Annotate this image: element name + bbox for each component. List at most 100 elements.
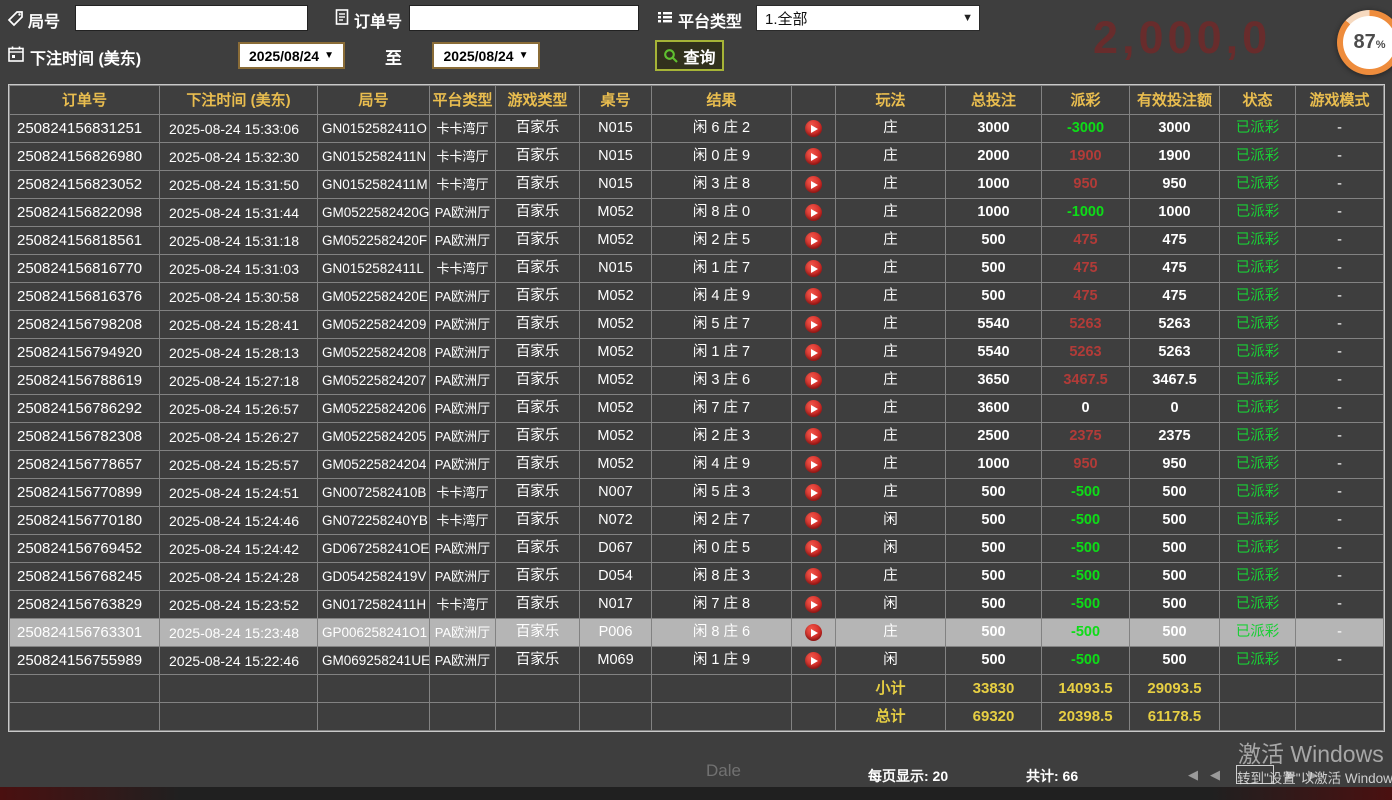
- play-icon[interactable]: [805, 596, 822, 613]
- cell-mode: -: [1296, 479, 1384, 507]
- cell-play[interactable]: [792, 255, 836, 283]
- prev-page-icon[interactable]: ◀: [1210, 767, 1220, 783]
- cell-play[interactable]: [792, 647, 836, 675]
- cell-bet-time: 2025-08-24 15:32:30: [160, 143, 318, 171]
- cell-total-bet: 1000: [946, 199, 1042, 227]
- cell-play[interactable]: [792, 227, 836, 255]
- footer-empty-cell: [652, 703, 792, 731]
- table-row[interactable]: 2508241568312512025-08-24 15:33:06GN0152…: [10, 115, 1384, 143]
- table-row[interactable]: 2508241567886192025-08-24 15:27:18GM0522…: [10, 367, 1384, 395]
- table-row[interactable]: 2508241567708992025-08-24 15:24:51GN0072…: [10, 479, 1384, 507]
- cell-platform: PA欧洲厅: [430, 311, 496, 339]
- cell-play[interactable]: [792, 619, 836, 647]
- table-row[interactable]: 2508241568163762025-08-24 15:30:58GM0522…: [10, 283, 1384, 311]
- cell-payout: 475: [1042, 255, 1130, 283]
- cell-side: 闲: [836, 535, 946, 563]
- table-row[interactable]: 2508241568230522025-08-24 15:31:50GN0152…: [10, 171, 1384, 199]
- date-to-picker[interactable]: 2025/08/24 ▼: [432, 42, 540, 69]
- cell-bet-time: 2025-08-24 15:28:41: [160, 311, 318, 339]
- cell-play[interactable]: [792, 171, 836, 199]
- cell-status: 已派彩: [1220, 479, 1296, 507]
- cell-table-no: M052: [580, 227, 652, 255]
- table-row[interactable]: 2508241567559892025-08-24 15:22:46GM0692…: [10, 647, 1384, 675]
- play-icon[interactable]: [805, 232, 822, 249]
- table-row[interactable]: 2508241567638292025-08-24 15:23:52GN0172…: [10, 591, 1384, 619]
- play-icon[interactable]: [805, 204, 822, 221]
- footer-empty-cell: [1296, 675, 1384, 703]
- play-icon[interactable]: [805, 512, 822, 529]
- cell-play[interactable]: [792, 143, 836, 171]
- play-icon[interactable]: [805, 456, 822, 473]
- play-icon[interactable]: [805, 120, 822, 137]
- windows-activation-watermark: 激活 Windows: [1238, 735, 1384, 769]
- platform-type-select[interactable]: 1.全部 ▼: [756, 5, 980, 31]
- cell-play[interactable]: [792, 507, 836, 535]
- table-row[interactable]: 2508241567786572025-08-24 15:25:57GM0522…: [10, 451, 1384, 479]
- table-row[interactable]: 2508241567862922025-08-24 15:26:57GM0522…: [10, 395, 1384, 423]
- cell-mode: -: [1296, 367, 1384, 395]
- cell-game-type: 百家乐: [496, 619, 580, 647]
- play-icon[interactable]: [805, 484, 822, 501]
- cell-play[interactable]: [792, 395, 836, 423]
- cell-game-type: 百家乐: [496, 199, 580, 227]
- cell-play[interactable]: [792, 367, 836, 395]
- table-row[interactable]: 2508241567701802025-08-24 15:24:46GN0722…: [10, 507, 1384, 535]
- cell-valid-bet: 3467.5: [1130, 367, 1220, 395]
- table-row[interactable]: 2508241567823082025-08-24 15:26:27GM0522…: [10, 423, 1384, 451]
- play-icon[interactable]: [805, 344, 822, 361]
- table-row[interactable]: 2508241568269802025-08-24 15:32:30GN0152…: [10, 143, 1384, 171]
- cell-status: 已派彩: [1220, 451, 1296, 479]
- cell-platform: 卡卡湾厅: [430, 143, 496, 171]
- cell-play[interactable]: [792, 591, 836, 619]
- cell-play[interactable]: [792, 423, 836, 451]
- cell-play[interactable]: [792, 479, 836, 507]
- cell-round-no: GM05225824206: [318, 395, 430, 423]
- platform-type-icon: [656, 8, 674, 26]
- cell-play[interactable]: [792, 311, 836, 339]
- play-icon[interactable]: [805, 176, 822, 193]
- play-icon[interactable]: [805, 652, 822, 669]
- play-icon[interactable]: [805, 400, 822, 417]
- cell-round-no: GN0152582411M: [318, 171, 430, 199]
- cell-mode: -: [1296, 619, 1384, 647]
- play-icon[interactable]: [805, 624, 822, 641]
- cell-game-type: 百家乐: [496, 479, 580, 507]
- round-number-input[interactable]: [75, 5, 308, 31]
- play-icon[interactable]: [805, 568, 822, 585]
- play-icon[interactable]: [805, 260, 822, 277]
- cell-mode: -: [1296, 451, 1384, 479]
- date-from-value: 2025/08/24: [249, 48, 319, 64]
- play-icon[interactable]: [805, 288, 822, 305]
- cell-play[interactable]: [792, 339, 836, 367]
- cell-result: 闲 2 庄 5: [652, 227, 792, 255]
- cell-total-bet: 500: [946, 563, 1042, 591]
- play-icon[interactable]: [805, 540, 822, 557]
- table-row[interactable]: 2508241567982082025-08-24 15:28:41GM0522…: [10, 311, 1384, 339]
- table-row[interactable]: 2508241567694522025-08-24 15:24:42GD0672…: [10, 535, 1384, 563]
- table-row[interactable]: 2508241568167702025-08-24 15:31:03GN0152…: [10, 255, 1384, 283]
- cell-play[interactable]: [792, 115, 836, 143]
- cell-play[interactable]: [792, 535, 836, 563]
- play-icon[interactable]: [805, 316, 822, 333]
- table-row[interactable]: 2508241568220982025-08-24 15:31:44GM0522…: [10, 199, 1384, 227]
- table-row[interactable]: 2508241567633012025-08-24 15:23:48GP0062…: [10, 619, 1384, 647]
- cell-table-no: M052: [580, 339, 652, 367]
- table-row[interactable]: 2508241567949202025-08-24 15:28:13GM0522…: [10, 339, 1384, 367]
- order-number-input[interactable]: [409, 5, 639, 31]
- cell-status: 已派彩: [1220, 283, 1296, 311]
- table-row[interactable]: 2508241568185612025-08-24 15:31:18GM0522…: [10, 227, 1384, 255]
- cell-order-no: 250824156826980: [10, 143, 160, 171]
- cell-play[interactable]: [792, 563, 836, 591]
- table-row[interactable]: 2508241567682452025-08-24 15:24:28GD0542…: [10, 563, 1384, 591]
- cell-play[interactable]: [792, 283, 836, 311]
- play-icon[interactable]: [805, 372, 822, 389]
- footer-valid-bet: 61178.5: [1130, 703, 1220, 731]
- cell-play[interactable]: [792, 451, 836, 479]
- play-icon[interactable]: [805, 428, 822, 445]
- search-button[interactable]: 查询: [655, 40, 724, 71]
- first-page-icon[interactable]: ◀: [1188, 767, 1198, 783]
- cell-play[interactable]: [792, 199, 836, 227]
- date-from-picker[interactable]: 2025/08/24 ▼: [238, 42, 345, 69]
- cell-bet-time: 2025-08-24 15:24:42: [160, 535, 318, 563]
- play-icon[interactable]: [805, 148, 822, 165]
